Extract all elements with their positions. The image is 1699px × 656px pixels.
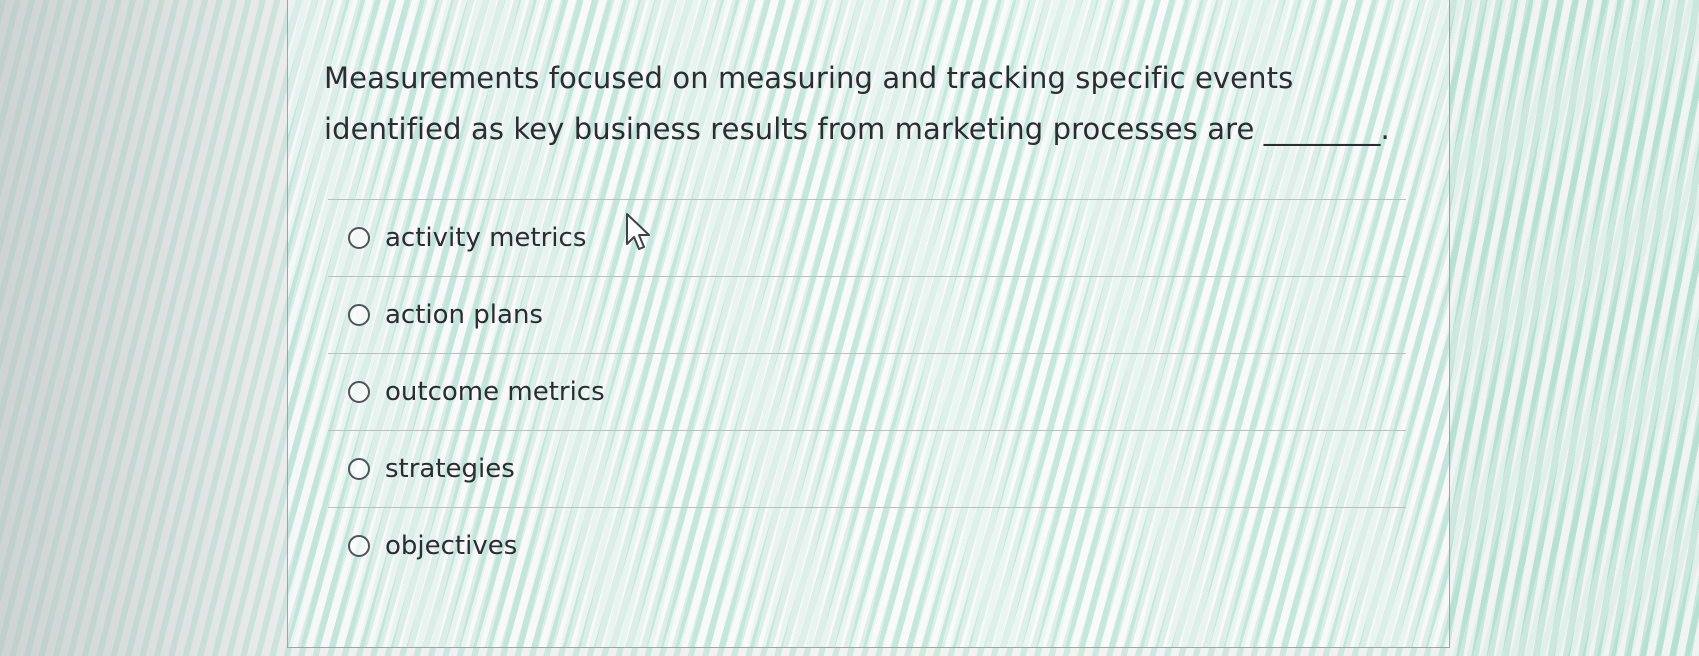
option-label: action plans xyxy=(385,300,543,330)
option-label: activity metrics xyxy=(385,223,587,253)
option-action-plans[interactable]: action plans xyxy=(328,276,1406,353)
radio-button-icon[interactable] xyxy=(348,381,370,403)
question-card: Measurements focused on measuring and tr… xyxy=(287,0,1450,648)
option-label: outcome metrics xyxy=(385,377,605,407)
mouse-pointer-icon xyxy=(626,213,650,250)
option-strategies[interactable]: strategies xyxy=(328,430,1406,507)
question-text: Measurements focused on measuring and tr… xyxy=(324,61,1390,146)
radio-button-icon[interactable] xyxy=(348,227,370,249)
radio-button-icon[interactable] xyxy=(348,458,370,480)
option-outcome-metrics[interactable]: outcome metrics xyxy=(328,353,1406,430)
background-left xyxy=(0,0,287,656)
option-activity-metrics[interactable]: activity metrics xyxy=(328,199,1406,276)
option-objectives[interactable]: objectives xyxy=(328,507,1406,584)
answer-options: activity metrics action plans outcome me… xyxy=(328,199,1406,584)
radio-button-icon[interactable] xyxy=(348,304,370,326)
option-label: strategies xyxy=(385,454,515,484)
background-right xyxy=(1450,0,1699,656)
radio-button-icon[interactable] xyxy=(348,535,370,557)
option-label: objectives xyxy=(385,531,518,561)
